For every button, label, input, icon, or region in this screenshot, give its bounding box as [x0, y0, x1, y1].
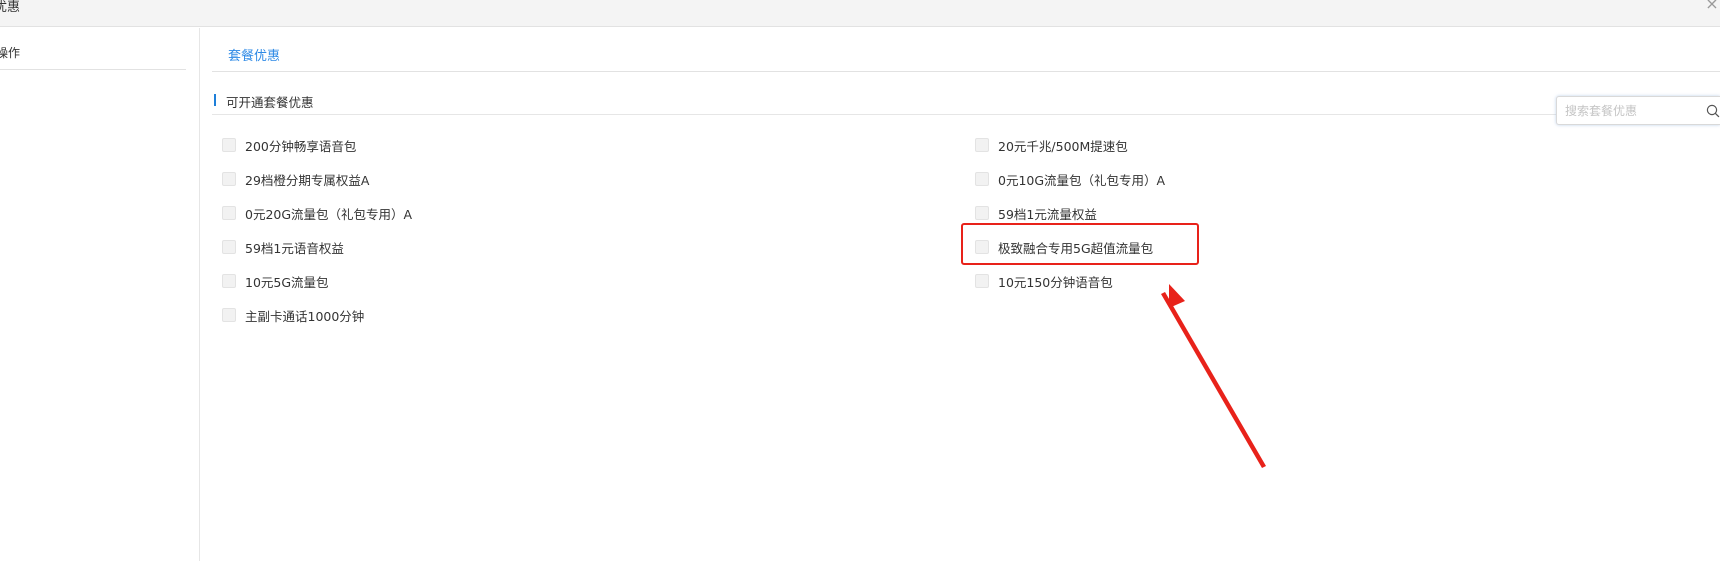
- checkbox[interactable]: [222, 206, 236, 220]
- checkbox[interactable]: [222, 274, 236, 288]
- checkbox[interactable]: [975, 274, 989, 288]
- close-icon[interactable]: ×: [1704, 0, 1720, 12]
- checkbox[interactable]: [222, 138, 236, 152]
- dialog-titlebar: 优惠 ×: [0, 0, 1720, 27]
- main-panel: 套餐优惠 可开通套餐优惠 200分钟畅享语音包 29档橙分期专属权益A 0元20…: [200, 28, 1720, 561]
- offer-option-label: 59档1元语音权益: [245, 240, 344, 256]
- offer-option[interactable]: 200分钟畅享语音包: [222, 136, 356, 154]
- offer-option[interactable]: 59档1元流量权益: [975, 204, 1097, 222]
- sidebar: 操作: [0, 28, 200, 561]
- offer-option[interactable]: 10元5G流量包: [222, 272, 329, 290]
- checkbox[interactable]: [222, 308, 236, 322]
- sidebar-divider: [0, 69, 186, 70]
- checkbox[interactable]: [222, 172, 236, 186]
- offer-option-label: 59档1元流量权益: [998, 206, 1097, 222]
- checkbox[interactable]: [222, 240, 236, 254]
- offer-option[interactable]: 10元150分钟语音包: [975, 272, 1113, 290]
- checkbox[interactable]: [975, 138, 989, 152]
- offer-option-label: 10元5G流量包: [245, 274, 329, 290]
- offer-options: 200分钟畅享语音包 29档橙分期专属权益A 0元20G流量包（礼包专用）A 5…: [200, 28, 1720, 561]
- offer-option-label: 0元10G流量包（礼包专用）A: [998, 172, 1166, 188]
- offer-option[interactable]: 0元20G流量包（礼包专用）A: [222, 204, 412, 222]
- offer-option-label: 200分钟畅享语音包: [245, 138, 357, 154]
- offer-option-label: 0元20G流量包（礼包专用）A: [245, 206, 413, 222]
- offer-option[interactable]: 主副卡通话1000分钟: [222, 306, 364, 324]
- offer-option-highlighted[interactable]: 极致融合专用5G超值流量包: [975, 238, 1153, 256]
- offer-option-label: 主副卡通话1000分钟: [245, 308, 365, 324]
- checkbox[interactable]: [975, 172, 989, 186]
- offer-option[interactable]: 20元千兆/500M提速包: [975, 136, 1128, 154]
- offer-option-label: 20元千兆/500M提速包: [998, 138, 1128, 154]
- offer-option-label: 极致融合专用5G超值流量包: [998, 240, 1154, 256]
- dialog-title: 优惠: [0, 0, 21, 15]
- checkbox[interactable]: [975, 206, 989, 220]
- offer-option[interactable]: 59档1元语音权益: [222, 238, 344, 256]
- checkbox[interactable]: [975, 240, 989, 254]
- offer-option[interactable]: 29档橙分期专属权益A: [222, 170, 369, 188]
- offer-option-label: 10元150分钟语音包: [998, 274, 1113, 290]
- offer-option-label: 29档橙分期专属权益A: [245, 172, 370, 188]
- offer-option[interactable]: 0元10G流量包（礼包专用）A: [975, 170, 1165, 188]
- sidebar-item-operation[interactable]: 操作: [0, 44, 20, 61]
